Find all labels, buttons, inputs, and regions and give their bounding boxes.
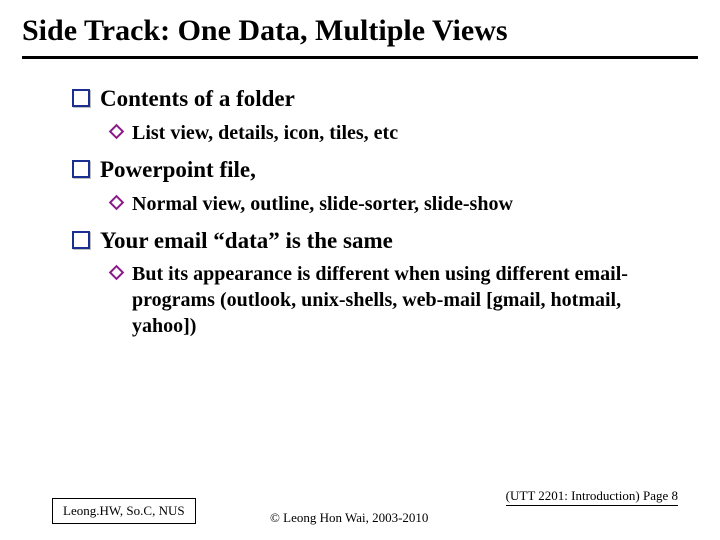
- diamond-bullet-icon: [106, 126, 126, 137]
- page-ref-wrap: (UTT 2201: Introduction) Page 8: [506, 487, 678, 506]
- diamond-bullet-icon: [106, 267, 126, 278]
- title-underline: [22, 56, 698, 59]
- subbullet-text: List view, details, icon, tiles, etc: [132, 120, 398, 146]
- author-box: Leong.HW, So.C, NUS: [52, 498, 196, 524]
- slide-body: Contents of a folder List view, details,…: [0, 69, 720, 339]
- bullet-level1: Powerpoint file,: [72, 156, 672, 185]
- slide-footer: Leong.HW, So.C, NUS © Leong Hon Wai, 200…: [0, 484, 720, 526]
- diamond-bullet-icon: [106, 197, 126, 208]
- page-reference: (UTT 2201: Introduction) Page 8: [506, 488, 678, 506]
- bullet-text: Your email “data” is the same: [100, 227, 393, 256]
- bullet-text: Powerpoint file,: [100, 156, 256, 185]
- bullet-level1: Your email “data” is the same: [72, 227, 672, 256]
- bullet-text: Contents of a folder: [100, 85, 295, 114]
- bullet-level2: But its appearance is different when usi…: [106, 261, 672, 339]
- slide: Side Track: One Data, Multiple Views Con…: [0, 0, 720, 540]
- subbullet-text: Normal view, outline, slide-sorter, slid…: [132, 191, 513, 217]
- bullet-level2: Normal view, outline, slide-sorter, slid…: [106, 191, 672, 217]
- bullet-level2: List view, details, icon, tiles, etc: [106, 120, 672, 146]
- slide-title: Side Track: One Data, Multiple Views: [0, 0, 720, 54]
- subbullet-text: But its appearance is different when usi…: [132, 261, 672, 339]
- square-bullet-icon: [72, 160, 90, 178]
- bullet-level1: Contents of a folder: [72, 85, 672, 114]
- square-bullet-icon: [72, 89, 90, 107]
- copyright-text: © Leong Hon Wai, 2003-2010: [270, 510, 428, 526]
- square-bullet-icon: [72, 231, 90, 249]
